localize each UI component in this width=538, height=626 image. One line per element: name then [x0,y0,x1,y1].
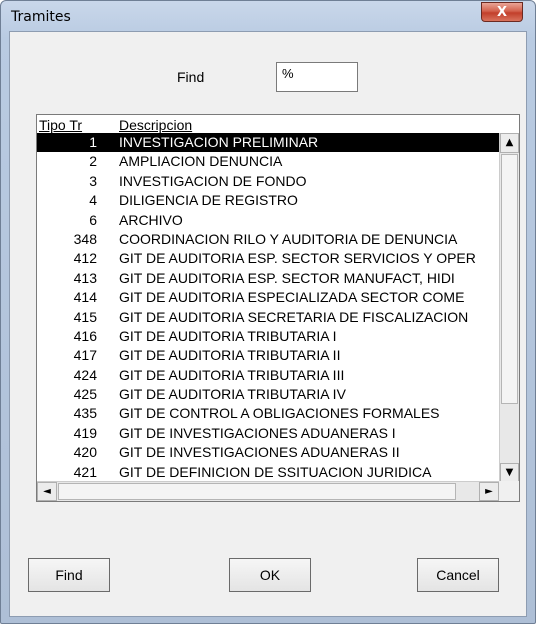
arrow-up-icon: ▲ [505,137,514,148]
close-button[interactable]: X [481,2,523,22]
vertical-scroll-thumb[interactable] [501,154,518,404]
ok-button[interactable]: OK [229,558,311,592]
list-row[interactable]: 435 GIT DE CONTROL A OBLIGACIONES FORMALE… [37,404,499,423]
row-descripcion: GIT DE AUDITORIA TRIBUTARIA IV [119,386,346,403]
list-header: Tipo Tr Descripcion [37,115,519,133]
list-row[interactable]: 420 GIT DE INVESTIGACIONES ADUANERAS II [37,443,499,462]
row-descripcion: COORDINACION RILO Y AUDITORIA DE DENUNCI… [119,230,458,247]
horizontal-scroll-thumb[interactable] [58,483,456,500]
list-row[interactable]: 1 INVESTIGACION PRELIMINAR [37,133,499,153]
scroll-down-button[interactable]: ▼ [500,463,519,483]
scroll-up-button[interactable]: ▲ [500,133,519,153]
row-tipo: 412 [73,250,97,267]
row-descripcion: GIT DE INVESTIGACIONES ADUANERAS I [119,424,396,441]
row-descripcion: GIT DE INVESTIGACIONES ADUANERAS II [119,444,400,461]
list-row[interactable]: 419 GIT DE INVESTIGACIONES ADUANERAS I [37,424,499,443]
row-tipo: 421 [73,463,97,480]
row-descripcion: GIT DE AUDITORIA TRIBUTARIA I [119,327,337,344]
row-tipo: 417 [73,347,97,364]
row-descripcion: GIT DE AUDITORIA ESP. SECTOR MANUFACT, H… [119,269,455,286]
scrollbar-corner [499,481,519,501]
close-icon: X [496,5,508,20]
list-row[interactable]: 3 INVESTIGACION DE FONDO [37,172,499,191]
find-input[interactable]: % [276,62,358,92]
list-row[interactable]: 424 GIT DE AUDITORIA TRIBUTARIA III [37,366,499,385]
row-tipo: 435 [73,405,97,422]
list-row[interactable]: 416 GIT DE AUDITORIA TRIBUTARIA I [37,327,499,346]
row-descripcion: GIT DE AUDITORIA TRIBUTARIA III [119,366,345,383]
row-descripcion: GIT DE CONTROL A OBLIGACIONES FORMALES [119,405,440,422]
row-tipo: 415 [73,308,97,325]
list-row[interactable]: 417 GIT DE AUDITORIA TRIBUTARIA II [37,346,499,365]
row-tipo: 6 [89,211,97,228]
row-descripcion: DILIGENCIA DE REGISTRO [119,192,298,209]
row-tipo: 348 [73,230,97,247]
list-row[interactable]: 425 GIT DE AUDITORIA TRIBUTARIA IV [37,385,499,404]
row-tipo: 2 [89,153,97,170]
row-descripcion: GIT DE AUDITORIA TRIBUTARIA II [119,347,341,364]
row-tipo: 4 [89,192,97,209]
list-row[interactable]: 6 ARCHIVO [37,211,499,230]
column-header-descripcion[interactable]: Descripcion [119,117,192,133]
row-descripcion: INVESTIGACION DE FONDO [119,172,307,189]
list-rows: 1 INVESTIGACION PRELIMINAR 2 AMPLIACION DEN… [37,133,499,483]
row-descripcion: INVESTIGACION PRELIMINAR [119,134,319,150]
row-descripcion: GIT DE AUDITORIA ESPECIALIZADA SECTOR CO… [119,289,465,306]
row-descripcion: AMPLIACION DENUNCIA [119,153,283,170]
row-descripcion: GIT DE AUDITORIA SECRETARIA DE FISCALIZA… [119,308,469,325]
column-header-tipo[interactable]: Tipo Tr [39,117,82,133]
arrow-down-icon: ▼ [505,467,514,478]
list-row[interactable]: 415 GIT DE AUDITORIA SECRETARIA DE FISCAL… [37,308,499,327]
tramites-window: Tramites X Find % Tipo Tr Descripcion 1 I… [0,0,536,624]
arrow-right-icon: ► [485,486,493,497]
row-descripcion: GIT DE DEFINICION DE SSITUACION JURIDICA [119,463,432,480]
row-tipo: 416 [73,327,97,344]
row-descripcion: ARCHIVO [119,211,183,228]
cancel-button[interactable]: Cancel [417,558,499,592]
scroll-left-button[interactable]: ◄ [37,482,57,501]
vertical-scrollbar[interactable]: ▲ ▼ [499,133,519,483]
row-tipo: 3 [89,172,97,189]
tramites-list[interactable]: Tipo Tr Descripcion 1 INVESTIGACION PRELI… [36,114,520,502]
arrow-left-icon: ◄ [43,486,51,497]
row-tipo: 414 [73,289,97,306]
list-row[interactable]: 413 GIT DE AUDITORIA ESP. SECTOR MANUFACT… [37,269,499,288]
row-descripcion: GIT DE AUDITORIA ESP. SECTOR SERVICIOS Y… [119,250,476,267]
find-label: Find [177,69,205,85]
list-row[interactable]: 421 GIT DE DEFINICION DE SSITUACION JURID… [37,463,499,482]
row-tipo: 424 [73,366,97,383]
list-row[interactable]: 2 AMPLIACION DENUNCIA [37,152,499,171]
row-tipo: 425 [73,386,97,403]
dialog-client-area: Find % Tipo Tr Descripcion 1 INVESTIGACIO… [9,31,527,617]
list-row[interactable]: 348 COORDINACION RILO Y AUDITORIA DE DENU… [37,230,499,249]
row-tipo: 1 [89,134,97,150]
list-row[interactable]: 412 GIT DE AUDITORIA ESP. SECTOR SERVICIO… [37,249,499,268]
list-row[interactable]: 4 DILIGENCIA DE REGISTRO [37,191,499,210]
scroll-right-button[interactable]: ► [479,482,499,501]
window-title: Tramites [11,9,71,25]
find-button[interactable]: Find [28,558,110,592]
row-tipo: 420 [73,444,97,461]
horizontal-scrollbar[interactable]: ◄ ► [37,481,499,501]
row-tipo: 413 [73,269,97,286]
list-row[interactable]: 414 GIT DE AUDITORIA ESPECIALIZADA SECTOR… [37,288,499,307]
row-tipo: 419 [73,424,97,441]
